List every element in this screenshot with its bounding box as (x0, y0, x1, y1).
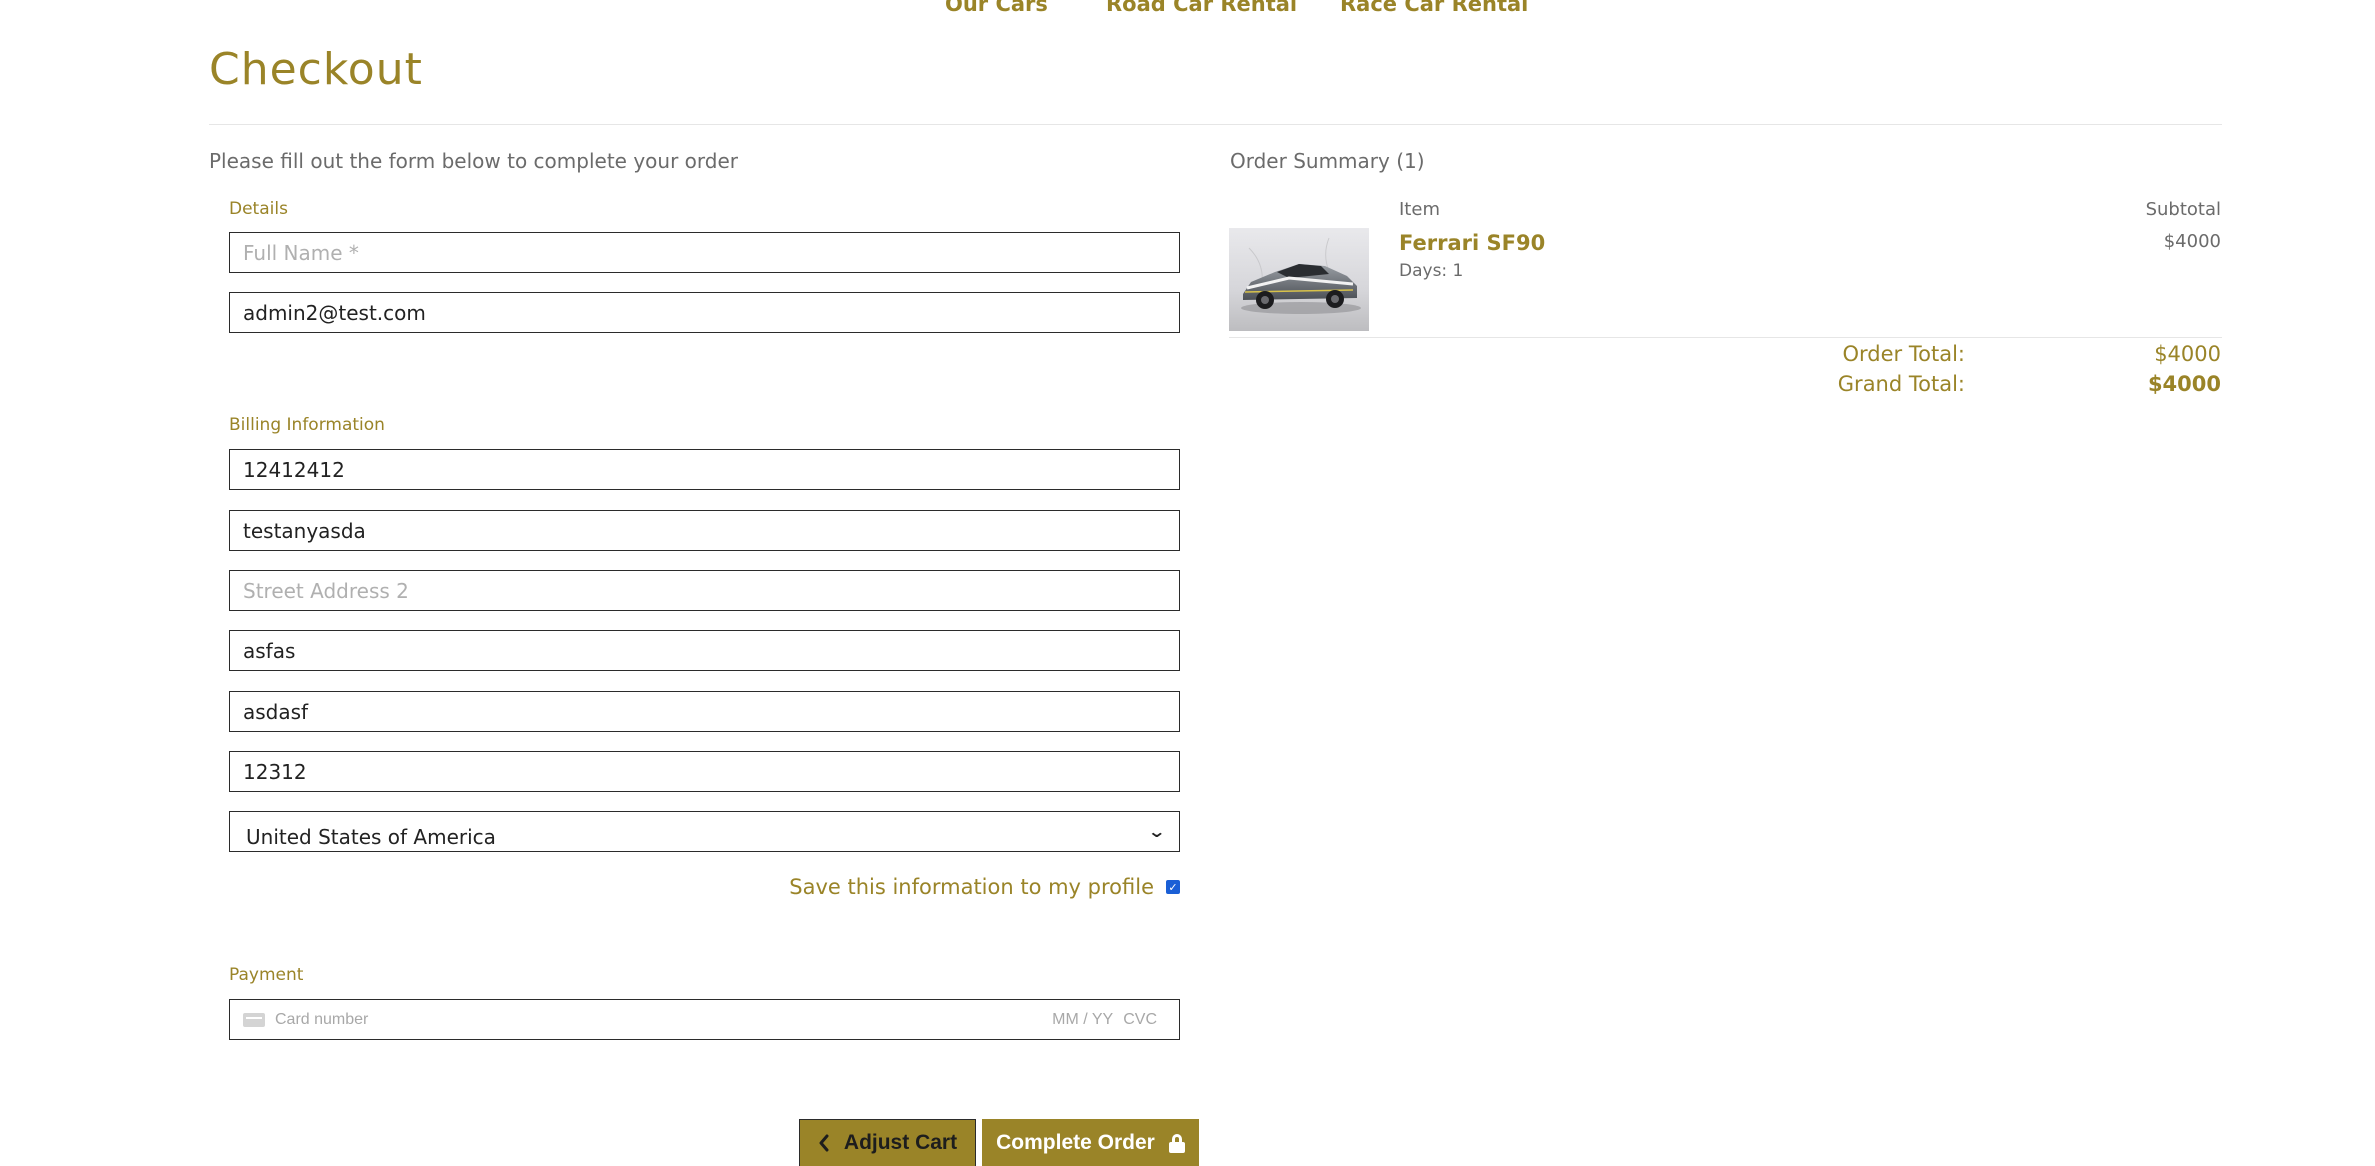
top-nav: Our Cars Road Car Rental Race Car Rental (0, 0, 2375, 16)
lock-icon (1168, 1133, 1185, 1153)
town-city-field[interactable] (229, 630, 1180, 671)
summary-col-subtotal: Subtotal (2145, 199, 2221, 220)
adjust-cart-label: Adjust Cart (843, 1131, 958, 1154)
order-total-value: $4000 (2154, 342, 2221, 366)
payment-section-label: Payment (229, 965, 304, 985)
product-subtotal: $4000 (2163, 231, 2221, 252)
save-info-row[interactable]: Save this information to my profile ✓ (789, 875, 1180, 899)
nav-road-car-rental[interactable]: Road Car Rental (1106, 0, 1297, 16)
page-title: Checkout (209, 44, 423, 95)
summary-col-item: Item (1399, 199, 1440, 220)
chevron-down-icon: ⌄ (1146, 822, 1166, 841)
county-field[interactable] (229, 691, 1180, 732)
complete-order-label: Complete Order (996, 1131, 1155, 1154)
phone-field[interactable] (229, 449, 1180, 490)
checkout-intro: Please fill out the form below to comple… (209, 149, 738, 173)
billing-section-label: Billing Information (229, 415, 385, 435)
chevron-left-icon (819, 1134, 829, 1152)
credit-card-icon (243, 1012, 265, 1027)
card-number-placeholder: Card number (275, 1010, 369, 1028)
complete-order-button[interactable]: Complete Order (982, 1119, 1199, 1166)
card-expiry-placeholder: MM / YY (1052, 1010, 1114, 1028)
nav-our-cars[interactable]: Our Cars (945, 0, 1048, 16)
nav-race-car-rental[interactable]: Race Car Rental (1340, 0, 1528, 16)
street-address-1-field[interactable] (229, 510, 1180, 551)
card-element[interactable]: Card number MM / YY CVC (229, 999, 1180, 1040)
full-name-field[interactable] (229, 232, 1180, 273)
product-image[interactable] (1229, 228, 1369, 331)
title-divider (209, 124, 2222, 125)
product-name[interactable]: Ferrari SF90 (1399, 231, 1545, 255)
save-info-label: Save this information to my profile (789, 875, 1154, 899)
product-days: Days: 1 (1399, 261, 1464, 281)
country-select-value: United States of America (246, 824, 496, 849)
card-cvc-placeholder: CVC (1123, 1010, 1157, 1028)
postcode-field[interactable] (229, 751, 1180, 792)
summary-divider (1229, 337, 2222, 338)
grand-total-value: $4000 (2147, 372, 2221, 396)
save-info-checkbox[interactable]: ✓ (1166, 880, 1180, 894)
grand-total-label: Grand Total: (1837, 372, 1965, 396)
email-field[interactable] (229, 292, 1180, 333)
street-address-2-field[interactable] (229, 570, 1180, 611)
adjust-cart-button[interactable]: Adjust Cart (799, 1119, 976, 1166)
order-summary-title: Order Summary (1) (1230, 149, 1425, 173)
order-total-label: Order Total: (1842, 342, 1965, 366)
country-select[interactable]: United States of America ⌄ (229, 811, 1180, 852)
details-section-label: Details (229, 199, 288, 219)
